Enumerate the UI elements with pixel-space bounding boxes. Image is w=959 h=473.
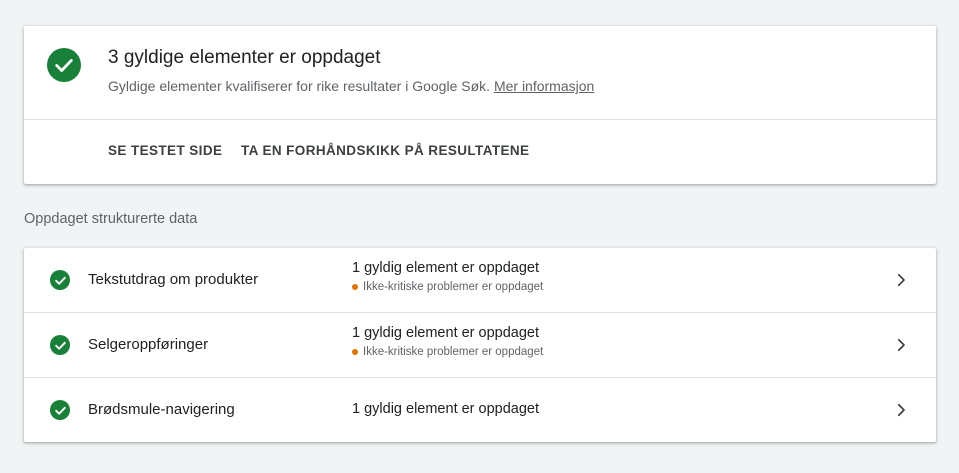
item-status: 1 gyldig element er oppdaget: [352, 401, 540, 417]
structured-data-list: Tekstutdrag om produkter 1 gyldig elemen…: [24, 248, 936, 442]
check-circle-icon: [50, 400, 70, 420]
chevron-right-icon[interactable]: [892, 401, 910, 419]
summary-header: 3 gyldige elementer er oppdaget Gyldige …: [24, 26, 936, 120]
summary-card: 3 gyldige elementer er oppdaget Gyldige …: [24, 26, 936, 184]
summary-actions: SE TESTET SIDE TA EN FORHÅNDSKIKK PÅ RES…: [24, 120, 936, 184]
item-warning: Ikke-kritiske problemer er oppdaget: [352, 281, 543, 293]
item-name: Tekstutdrag om produkter: [88, 271, 259, 288]
check-circle-icon: [50, 270, 70, 290]
warning-dot-icon: [352, 349, 358, 355]
section-label: Oppdaget strukturerte data: [24, 211, 198, 227]
list-item[interactable]: Tekstutdrag om produkter 1 gyldig elemen…: [24, 248, 936, 313]
item-name: Selgeroppføringer: [88, 336, 209, 353]
item-warning-text: Ikke-kritiske problemer er oppdaget: [363, 281, 544, 293]
check-circle-icon: [47, 48, 81, 82]
list-item[interactable]: Brødsmule-navigering 1 gyldig element er…: [24, 378, 936, 443]
preview-results-button[interactable]: TA EN FORHÅNDSKIKK PÅ RESULTATENE: [241, 143, 529, 158]
list-item[interactable]: Selgeroppføringer 1 gyldig element er op…: [24, 313, 936, 378]
warning-dot-icon: [352, 284, 358, 290]
chevron-right-icon[interactable]: [892, 336, 910, 354]
chevron-right-icon[interactable]: [892, 271, 910, 289]
item-warning: Ikke-kritiske problemer er oppdaget: [352, 346, 543, 358]
item-name: Brødsmule-navigering: [88, 401, 235, 418]
item-status: 1 gyldig element er oppdaget: [352, 325, 540, 341]
item-status: 1 gyldig element er oppdaget: [352, 260, 540, 276]
summary-subtitle: Gyldige elementer kvalifiserer for rike …: [108, 78, 594, 94]
item-warning-text: Ikke-kritiske problemer er oppdaget: [363, 346, 544, 358]
check-circle-icon: [50, 335, 70, 355]
summary-subtitle-text: Gyldige elementer kvalifiserer for rike …: [108, 78, 491, 94]
summary-title: 3 gyldige elementer er oppdaget: [108, 47, 381, 68]
more-info-link[interactable]: Mer informasjon: [494, 78, 594, 94]
view-tested-page-button[interactable]: SE TESTET SIDE: [108, 143, 222, 158]
